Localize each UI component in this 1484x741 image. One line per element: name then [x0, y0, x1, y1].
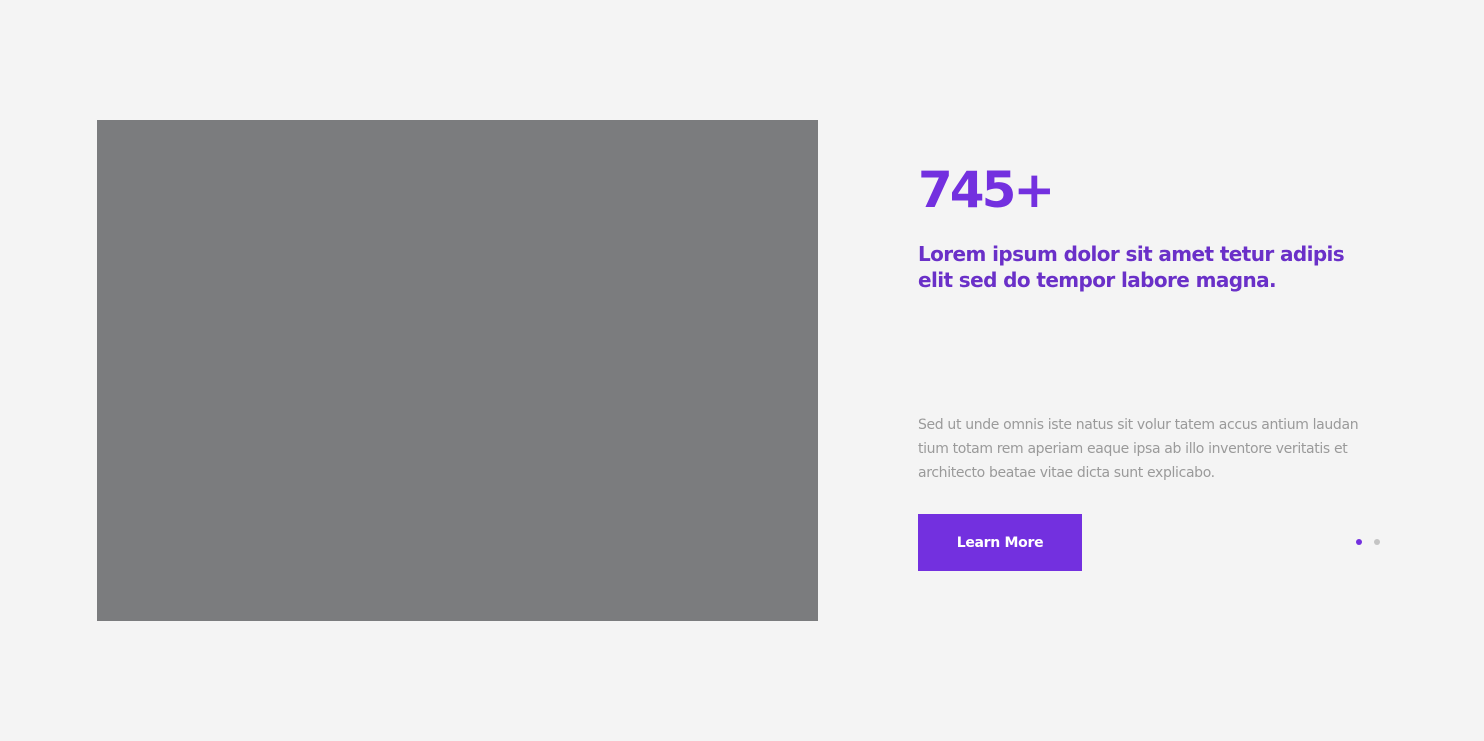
hero-image-placeholder [97, 120, 818, 621]
carousel-dot-1[interactable] [1356, 539, 1362, 545]
hero-description: Sed ut unde omnis iste natus sit volur t… [918, 417, 1359, 481]
hero-content: 745+ Lorem ipsum dolor sit amet tetur ad… [918, 160, 1388, 481]
hero-headline: Lorem ipsum dolor sit amet tetur adipis … [918, 242, 1345, 292]
carousel-pagination [1356, 539, 1380, 545]
learn-more-button[interactable]: Learn More [918, 514, 1082, 571]
stat-number: 745+ [918, 161, 1055, 219]
carousel-dot-2[interactable] [1374, 539, 1380, 545]
